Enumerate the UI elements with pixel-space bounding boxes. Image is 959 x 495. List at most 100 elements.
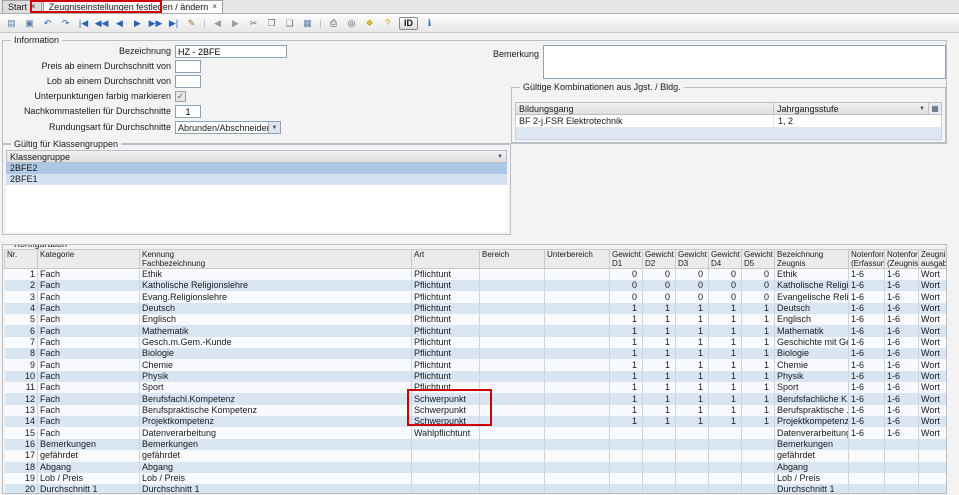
cell-bezeichnung[interactable]: Sport [775, 382, 849, 393]
cell-bezeichnung[interactable]: Physik [775, 371, 849, 382]
kombinationen-picker-button[interactable]: ▦ [928, 103, 941, 114]
cell-nf-druck[interactable] [885, 473, 919, 484]
cell-gewicht-d3[interactable] [676, 473, 709, 484]
cell-ausgabe[interactable] [919, 484, 947, 493]
cell-gewicht-d3[interactable] [676, 427, 709, 438]
cell-gewicht-d4[interactable] [709, 450, 742, 461]
cell-gewicht-d2[interactable]: 1 [643, 337, 676, 348]
cell-gewicht-d2[interactable]: 1 [643, 303, 676, 314]
cell-kategorie[interactable]: Fach [38, 337, 140, 348]
cell-nf-druck[interactable]: 1-6 [885, 348, 919, 359]
cell-nf-druck[interactable]: 1-6 [885, 303, 919, 314]
cell-kennung[interactable]: Durchschnitt 1 [140, 484, 412, 493]
cell-unterbereich[interactable] [545, 280, 610, 291]
cell-bezeichnung[interactable]: Durchschnitt 1 [775, 484, 849, 493]
cell-unterbereich[interactable] [545, 337, 610, 348]
redo-icon[interactable]: ↷ [57, 16, 74, 31]
cell-gewicht-d2[interactable]: 1 [643, 393, 676, 404]
cell-art[interactable]: Pflichtunt [412, 348, 480, 359]
cell-nf-druck[interactable]: 1-6 [885, 325, 919, 336]
cell-bereich[interactable] [480, 450, 545, 461]
cell-gewicht-d3[interactable]: 1 [676, 337, 709, 348]
cell-gewicht-d3[interactable] [676, 484, 709, 493]
table-row[interactable]: 4 Fach Deutsch Pflichtunt 1 1 1 1 1 Deut… [5, 303, 947, 314]
unterpunktungen-checkbox[interactable]: ✓ [175, 91, 186, 102]
cell-kennung[interactable]: Abgang [140, 462, 412, 473]
cell-nf-druck[interactable]: 1-6 [885, 371, 919, 382]
cell-gewicht-d5[interactable]: 1 [742, 337, 775, 348]
cell-unterbereich[interactable] [545, 439, 610, 450]
cell-kategorie[interactable]: Fach [38, 416, 140, 427]
cell-ausgabe[interactable] [919, 450, 947, 461]
cell-gewicht-d1[interactable]: 1 [610, 382, 643, 393]
cell-nr[interactable]: 17 [5, 450, 38, 461]
prev-record-icon[interactable]: ◀ [111, 16, 128, 31]
cell-unterbereich[interactable] [545, 314, 610, 325]
cell-bezeichnung[interactable]: gefährdet [775, 450, 849, 461]
cell-ausgabe[interactable]: Wort [919, 280, 947, 291]
cell-gewicht-d2[interactable] [643, 450, 676, 461]
cell-gewicht-d5[interactable] [742, 484, 775, 493]
help-icon[interactable]: ? [379, 16, 396, 31]
cell-bezeichnung[interactable]: Bemerkungen [775, 439, 849, 450]
new-form-icon[interactable]: ▤ [3, 16, 20, 31]
close-icon[interactable]: × [31, 3, 36, 11]
cell-bereich[interactable] [480, 269, 545, 281]
cell-bereich[interactable] [480, 473, 545, 484]
cell-nf-erfassung[interactable]: 1-6 [849, 337, 885, 348]
cell-gewicht-d3[interactable] [676, 462, 709, 473]
cell-gewicht-d4[interactable]: 0 [709, 269, 742, 281]
id-button[interactable]: ID [399, 17, 418, 30]
column-header[interactable]: Gewicht D2 [643, 250, 676, 269]
table-row[interactable]: 18 Abgang Abgang Abgang [5, 462, 947, 473]
cell-art[interactable] [412, 462, 480, 473]
column-header[interactable]: Unterbereich [545, 250, 610, 269]
cell-gewicht-d4[interactable]: 1 [709, 325, 742, 336]
cell-nf-erfassung[interactable]: 1-6 [849, 269, 885, 281]
bildungsgang-column-header[interactable]: Bildungsgang [516, 103, 774, 114]
cell-gewicht-d3[interactable]: 1 [676, 405, 709, 416]
cell-kennung[interactable]: Bemerkungen [140, 439, 412, 450]
cell-art[interactable]: Pflichtunt [412, 269, 480, 281]
cell-ausgabe[interactable]: Wort [919, 325, 947, 336]
cell-bereich[interactable] [480, 325, 545, 336]
cell-unterbereich[interactable] [545, 325, 610, 336]
cell-unterbereich[interactable] [545, 450, 610, 461]
cell-gewicht-d5[interactable] [742, 439, 775, 450]
klassengruppe-row[interactable]: 2BFE2 [6, 163, 507, 174]
column-header[interactable]: Kategorie [38, 250, 140, 269]
cell-bezeichnung[interactable]: Abgang [775, 462, 849, 473]
cell-gewicht-d4[interactable]: 1 [709, 303, 742, 314]
cell-kategorie[interactable]: Lob / Preis [38, 473, 140, 484]
bildungsgang-cell[interactable]: BF 2-j.FSR Elektrotechnik [516, 115, 774, 127]
cell-unterbereich[interactable] [545, 291, 610, 302]
cell-kategorie[interactable]: Fach [38, 427, 140, 438]
cell-unterbereich[interactable] [545, 427, 610, 438]
cell-bezeichnung[interactable]: Berufsfachliche K... [775, 393, 849, 404]
table-row[interactable]: 5 Fach Englisch Pflichtunt 1 1 1 1 1 Eng… [5, 314, 947, 325]
cell-nf-druck[interactable]: 1-6 [885, 314, 919, 325]
cell-gewicht-d4[interactable]: 0 [709, 280, 742, 291]
cell-art[interactable]: Pflichtunt [412, 325, 480, 336]
cell-gewicht-d1[interactable]: 1 [610, 416, 643, 427]
undo-icon[interactable]: ↶ [39, 16, 56, 31]
cell-kategorie[interactable]: Fach [38, 325, 140, 336]
cell-nf-druck[interactable] [885, 462, 919, 473]
cell-gewicht-d2[interactable]: 1 [643, 348, 676, 359]
cell-ausgabe[interactable]: Wort [919, 382, 947, 393]
cell-gewicht-d3[interactable]: 0 [676, 291, 709, 302]
cell-kennung[interactable]: Mathematik [140, 325, 412, 336]
cell-nf-druck[interactable]: 1-6 [885, 416, 919, 427]
cell-gewicht-d4[interactable]: 1 [709, 359, 742, 370]
cell-gewicht-d5[interactable]: 1 [742, 325, 775, 336]
cell-gewicht-d3[interactable]: 1 [676, 303, 709, 314]
cell-unterbereich[interactable] [545, 371, 610, 382]
cell-gewicht-d1[interactable] [610, 473, 643, 484]
cell-gewicht-d2[interactable]: 1 [643, 405, 676, 416]
cell-bereich[interactable] [480, 359, 545, 370]
cell-kennung[interactable]: Ethik [140, 269, 412, 281]
cell-nr[interactable]: 13 [5, 405, 38, 416]
cell-art[interactable]: Wahlpflichtunt [412, 427, 480, 438]
cell-nf-erfassung[interactable]: 1-6 [849, 382, 885, 393]
table-row[interactable]: 14 Fach Projektkompetenz Schwerpunkt 1 1… [5, 416, 947, 427]
